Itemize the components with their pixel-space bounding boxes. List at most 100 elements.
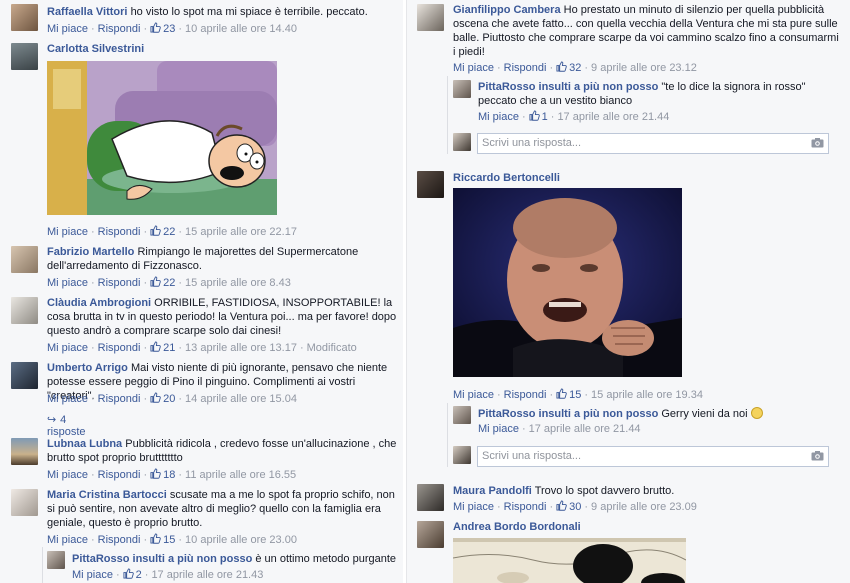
like-count[interactable]: 21 [163,342,175,354]
reply-arrow-icon: ↪ [47,414,57,426]
avatar[interactable] [417,484,444,511]
thumbs-up-icon [529,110,540,121]
comment-author[interactable]: Carlotta Silvestrini [47,43,144,55]
avatar[interactable] [453,406,471,424]
comment-author[interactable]: Fabrizio Martello [47,246,134,258]
like-link[interactable]: Mi piace [453,62,494,74]
reply-link[interactable]: Rispondi [98,277,141,289]
comment-author[interactable]: PittaRosso insulti a più non posso [478,408,658,420]
like-count[interactable]: 23 [163,23,175,35]
like-link[interactable]: Mi piace [47,277,88,289]
timestamp[interactable]: 15 aprile alle ore 22.17 [185,226,297,238]
avatar[interactable] [11,489,38,516]
timestamp[interactable]: 9 aprile alle ore 23.12 [591,62,697,74]
avatar[interactable] [11,438,38,465]
edited-label: Modificato [306,342,357,354]
avatar[interactable] [417,4,444,31]
timestamp[interactable]: 11 aprile alle ore 16.55 [185,469,296,481]
timestamp[interactable]: 17 aprile alle ore 21.43 [151,569,263,581]
timestamp[interactable]: 9 aprile alle ore 23.09 [591,501,697,513]
avatar[interactable] [417,171,444,198]
reply-link[interactable]: Rispondi [98,469,141,481]
timestamp[interactable]: 10 aprile alle ore 23.00 [185,534,297,546]
camera-icon[interactable] [811,138,824,148]
avatar[interactable] [11,362,38,389]
like-count[interactable]: 2 [136,569,142,581]
avatar[interactable] [453,80,471,98]
reply-link[interactable]: Rispondi [98,23,141,35]
cartoon-image[interactable] [453,538,686,583]
like-count[interactable]: 1 [542,111,548,123]
avatar[interactable] [47,551,65,569]
comment-author[interactable]: Lubnaa Lubna [47,438,122,450]
timestamp[interactable]: 17 aprile alle ore 21.44 [557,111,669,123]
comment-author[interactable]: Umberto Arrigo [47,362,128,374]
comment-author[interactable]: Maura Pandolfi [453,485,532,497]
reply-thread-line [447,76,448,154]
like-link[interactable]: Mi piace [478,111,519,123]
reply-link[interactable]: Rispondi [504,389,547,401]
comment-author[interactable]: PittaRosso insulti a più non posso [478,81,658,93]
comment-author[interactable]: Gianfilippo Cambera [453,4,561,16]
like-link[interactable]: Mi piace [453,389,494,401]
like-count[interactable]: 32 [569,62,581,74]
reply-input[interactable]: Scrivi una risposta... [477,446,829,467]
like-count[interactable]: 15 [569,389,581,401]
reply-link[interactable]: Rispondi [98,393,141,405]
reply-link[interactable]: Rispondi [98,342,141,354]
like-link[interactable]: Mi piace [72,569,113,581]
comment-actions: Mi piace · Rispondi · 15 · 15 aprile alle ore … [453,388,703,401]
comment-author[interactable]: PittaRosso insulti a più non posso [72,553,252,565]
like-link[interactable]: Mi piace [47,469,88,481]
comment-actions: Mi piace · Rispondi · 22 · 15 aprile alle ore … [47,277,291,289]
thumbs-up-icon [150,225,161,236]
comment-author[interactable]: Clàudia Ambrogioni [47,297,151,309]
like-count[interactable]: 22 [163,226,175,238]
thumbs-up-icon [556,500,567,511]
comment-actions: Mi piace · Rispondi · 20 · 14 aprile alle ore … [47,393,297,405]
avatar[interactable] [417,521,444,548]
like-count[interactable]: 30 [569,501,581,513]
timestamp[interactable]: 10 aprile alle ore 14.40 [185,23,297,35]
smiley-emoji-icon [750,407,763,419]
comment-author[interactable]: Maria Cristina Bartocci [47,489,167,501]
like-link[interactable]: Mi piace [47,534,88,546]
camera-icon[interactable] [811,451,824,461]
comment-actions: Mi piace · Rispondi · 22 · 15 aprile alle ore … [47,225,297,238]
timestamp[interactable]: 15 aprile alle ore 19.34 [591,389,703,401]
avatar[interactable] [11,297,38,324]
like-count[interactable]: 20 [163,393,175,405]
reply-link[interactable]: Rispondi [504,62,547,74]
like-link[interactable]: Mi piace [47,393,88,405]
timestamp[interactable]: 15 aprile alle ore 8.43 [185,277,291,289]
timestamp[interactable]: 14 aprile alle ore 15.04 [185,393,297,405]
timestamp[interactable]: 13 aprile alle ore 13.17 [185,342,297,354]
like-link[interactable]: Mi piace [47,23,88,35]
like-count[interactable]: 22 [163,277,175,289]
like-link[interactable]: Mi piace [453,501,494,513]
reply-link[interactable]: Rispondi [98,534,141,546]
comment-actions: Mi piace · Rispondi · 21 · 13 aprile alle ore … [47,342,357,354]
reply-link[interactable]: Rispondi [98,226,141,238]
thumbs-up-icon [150,468,161,479]
like-link[interactable]: Mi piace [47,226,88,238]
reply-input[interactable]: Scrivi una risposta... [477,133,829,154]
avatar[interactable] [11,4,38,31]
comment-author[interactable]: Riccardo Bertoncelli [453,172,560,184]
like-link[interactable]: Mi piace [47,342,88,354]
shouting-man-photo[interactable] [453,188,682,377]
avatar[interactable] [11,43,38,70]
like-count[interactable]: 15 [163,534,175,546]
like-link[interactable]: Mi piace [478,423,519,435]
comment-author[interactable]: Raffaella Vittori [47,6,128,18]
family-guy-cartoon-image[interactable] [47,61,277,215]
avatar[interactable] [11,246,38,273]
reply-link[interactable]: Rispondi [504,501,547,513]
like-count[interactable]: 18 [163,469,175,481]
view-replies-link[interactable]: ↪ 4 risposte [47,413,86,438]
comment-author[interactable]: Andrea Bordo Bordonali [453,521,581,533]
thumbs-up-icon [556,388,567,399]
comment-text: è un ottimo metodo purgante [255,553,397,565]
comment-text: ho visto lo spot ma mi spiace è terribil… [130,6,368,18]
timestamp[interactable]: 17 aprile alle ore 21.44 [529,423,641,435]
